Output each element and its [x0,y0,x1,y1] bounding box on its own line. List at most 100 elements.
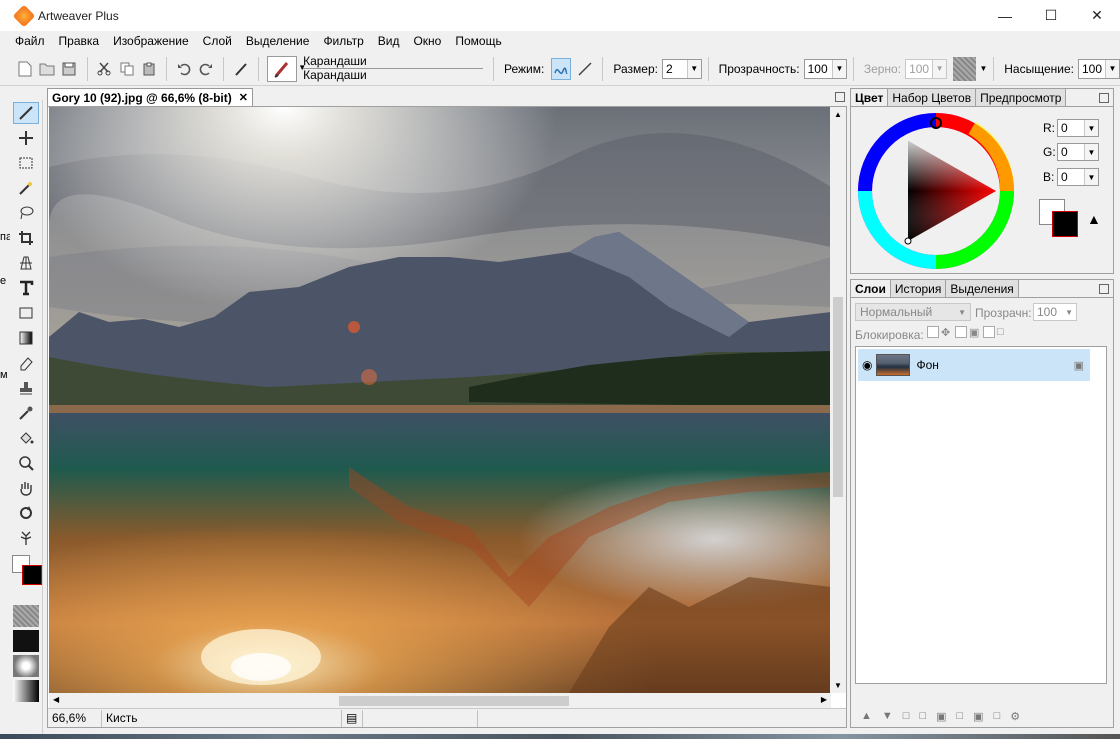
menu-layer[interactable]: Слой [196,31,239,51]
line-mode-icon[interactable] [577,60,593,78]
panel-options-icon[interactable] [1099,284,1109,294]
clone-stamp-tool[interactable] [13,377,39,399]
chevron-down-icon[interactable]: ▼ [831,59,846,78]
paste-icon[interactable] [141,60,157,78]
cut-icon[interactable] [96,60,112,78]
print-icon[interactable]: ▤ [342,710,362,727]
horizontal-scrollbar-thumb[interactable] [339,696,569,706]
undo-icon[interactable] [176,60,192,78]
duplicate-layer-icon[interactable]: □ [957,710,964,723]
delete-layer-icon[interactable]: □ [994,710,1001,723]
horizontal-scrollbar[interactable]: ◀ ▶ [49,693,831,709]
paper-texture-selector[interactable] [13,605,39,627]
tab-history[interactable]: История [890,280,947,297]
menu-select[interactable]: Выделение [239,31,317,51]
tab-layers[interactable]: Слои [851,280,891,297]
tab-preview[interactable]: Предпросмотр [976,89,1067,106]
menu-file[interactable]: Файл [8,31,52,51]
tab-selections[interactable]: Выделения [946,280,1019,297]
brush-shape-selector[interactable] [13,655,39,677]
text-tool[interactable] [13,277,39,299]
move-layer-down-icon[interactable]: ▼ [882,710,893,723]
scroll-left-icon[interactable]: ◀ [53,695,59,704]
lock-pixels-checkbox[interactable] [955,326,967,338]
move-layer-up-icon[interactable]: ▲ [861,710,872,723]
chevron-down-icon[interactable]: ▼ [1084,169,1098,185]
open-folder-icon[interactable] [39,60,55,78]
maximize-button[interactable]: ☐ [1028,0,1074,31]
grain-combo[interactable]: 100 ▼ [905,58,948,79]
texture-preview-icon[interactable] [953,56,977,81]
rotate-tool[interactable] [13,502,39,524]
layer-row[interactable]: ◉ Фон ▣ [858,349,1090,381]
close-button[interactable]: ✕ [1074,0,1120,31]
tab-swatches[interactable]: Набор Цветов [888,89,977,106]
lasso-tool[interactable] [13,202,39,224]
smudge-tool[interactable] [13,527,39,549]
perspective-tool[interactable] [13,252,39,274]
layer-settings-icon[interactable]: ⚙ [1010,710,1020,723]
vertical-scrollbar[interactable]: ▲ ▼ [830,107,846,693]
close-icon[interactable]: ✕ [239,91,248,104]
brush-preset-thumbnail[interactable]: ▼ [267,55,306,82]
eyedropper-tool[interactable] [13,402,39,424]
redo-icon[interactable] [198,60,214,78]
merge-layer-icon[interactable]: ▣ [973,710,983,723]
menu-edit[interactable]: Правка [52,31,107,51]
menu-filter[interactable]: Фильтр [316,31,370,51]
zoom-readout[interactable]: 66,6% [48,709,102,727]
new-group-icon[interactable]: □ [903,710,910,723]
rect-select-tool[interactable] [13,152,39,174]
layer-opacity-combo[interactable]: 100 ▼ [1033,303,1077,321]
magic-wand-tool[interactable] [13,177,39,199]
tab-color[interactable]: Цвет [851,89,889,106]
blend-mode-select[interactable]: Нормальный ▼ [855,303,971,321]
menu-window[interactable]: Окно [406,31,448,51]
foreground-color-swatch[interactable] [1052,211,1078,237]
menu-image[interactable]: Изображение [106,31,196,51]
dropdown-arrow-icon[interactable]: ▼ [298,63,306,72]
size-combo[interactable]: 2 ▼ [661,58,702,79]
new-layer-icon[interactable]: □ [919,710,926,723]
chevron-down-icon[interactable]: ▼ [686,59,701,78]
scroll-right-icon[interactable]: ▶ [821,695,827,704]
eyedropper-stamp-icon[interactable]: ▲ [1087,211,1101,227]
saturation-combo[interactable]: 100 ▼ [1077,58,1120,79]
document-tab[interactable]: Gory 10 (92).jpg @ 66,6% (8-bit) ✕ [47,88,253,106]
opacity-combo[interactable]: 100 ▼ [803,58,847,79]
shape-tool[interactable] [13,302,39,324]
panel-maximize-icon[interactable] [835,92,845,102]
gradient-tool[interactable] [13,327,39,349]
brush-tool-icon[interactable] [233,60,249,78]
copy-icon[interactable] [119,60,135,78]
chevron-down-icon[interactable]: ▼ [1084,144,1098,160]
pattern-selector[interactable] [13,630,39,652]
foreground-color-swatch[interactable] [22,565,42,585]
crop-tool[interactable] [13,227,39,249]
lock-all-checkbox[interactable] [983,326,995,338]
save-icon[interactable] [61,60,77,78]
image-canvas[interactable] [49,107,831,693]
zoom-tool[interactable] [13,452,39,474]
move-tool[interactable] [13,127,39,149]
chevron-down-icon[interactable]: ▼ [1084,120,1098,136]
hand-tool[interactable] [13,477,39,499]
new-file-icon[interactable] [17,60,33,78]
eraser-tool[interactable] [13,352,39,374]
scroll-down-icon[interactable]: ▼ [834,681,842,690]
menu-view[interactable]: Вид [371,31,407,51]
chevron-down-icon[interactable]: ▼ [1105,59,1119,78]
chevron-down-icon[interactable]: ▼ [958,308,970,317]
lock-transparency-checkbox[interactable] [927,326,939,338]
fill-tool[interactable] [13,427,39,449]
panel-options-icon[interactable] [1099,93,1109,103]
layer-mask-icon[interactable]: ▣ [936,710,946,723]
visibility-eye-icon[interactable]: ◉ [862,358,872,372]
scroll-up-icon[interactable]: ▲ [834,110,842,119]
dropdown-arrow-icon[interactable]: ▼ [979,64,987,73]
chevron-down-icon[interactable]: ▼ [1065,308,1076,317]
freehand-mode-icon[interactable] [551,57,572,80]
vertical-scrollbar-thumb[interactable] [833,297,843,497]
menu-help[interactable]: Помощь [448,31,508,51]
color-wheel[interactable] [856,111,1016,271]
